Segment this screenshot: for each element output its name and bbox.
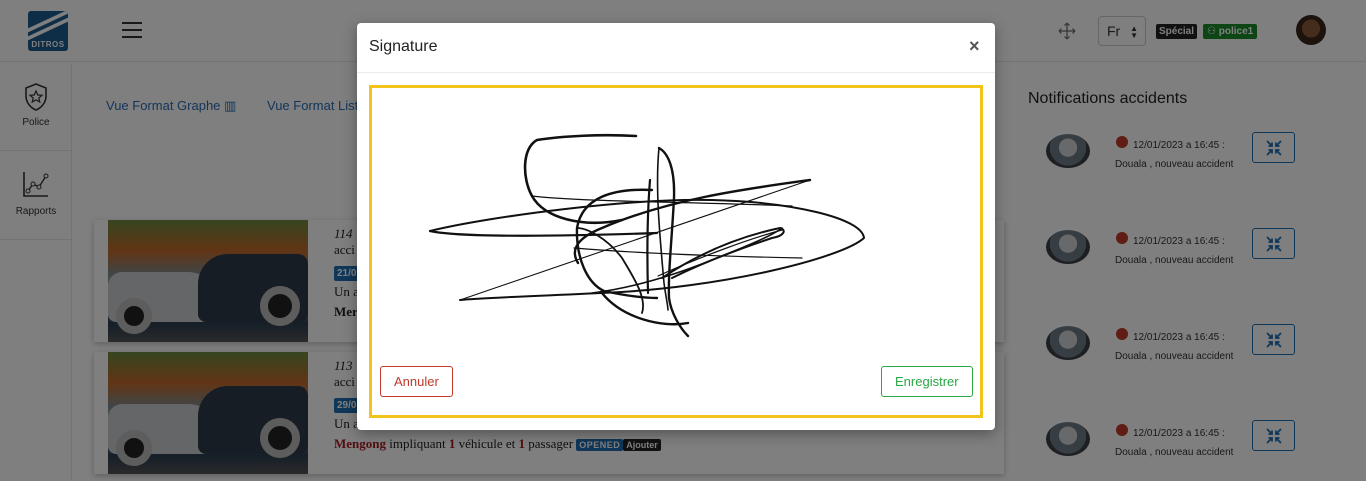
modal-title: Signature	[369, 38, 438, 55]
signature-canvas[interactable]: Annuler Enregistrer	[372, 88, 980, 415]
save-button[interactable]: Enregistrer	[881, 366, 973, 397]
modal-header: Signature ×	[357, 23, 995, 73]
close-icon[interactable]: ×	[969, 37, 980, 55]
signature-pad-frame: Annuler Enregistrer	[369, 85, 983, 418]
cancel-button[interactable]: Annuler	[380, 366, 453, 397]
signature-modal: Signature × Annuler Enregistrer	[357, 23, 995, 430]
